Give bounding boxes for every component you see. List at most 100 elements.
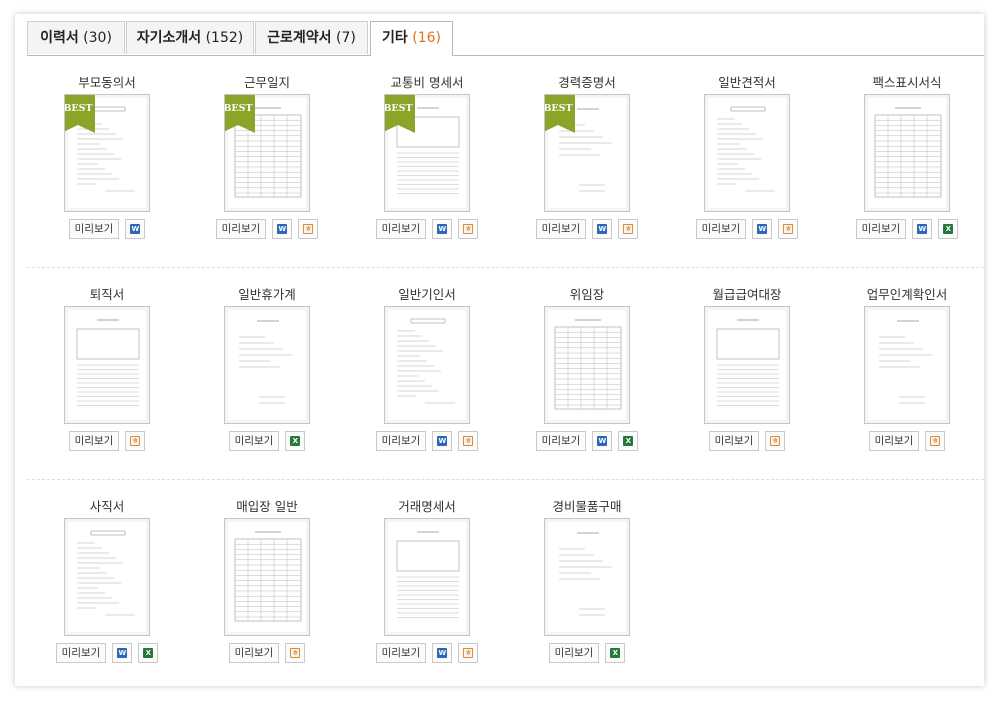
document-item: 교통비 명세서 BEST 미리보기 W ㅎ [347, 74, 507, 239]
preview-button[interactable]: 미리보기 [695, 219, 747, 239]
document-thumbnail[interactable] [224, 518, 310, 636]
download-word-button[interactable]: W [432, 643, 453, 663]
document-thumbnail[interactable]: BEST [224, 94, 310, 212]
document-thumbnail-graphic [551, 525, 625, 631]
download-hwp-button[interactable]: ㅎ [925, 431, 946, 451]
document-item: 근무일지 BEST 미리보기 W ㅎ [187, 74, 347, 239]
tab-label: 기타 [382, 30, 408, 46]
download-hwp-button[interactable]: ㅎ [618, 219, 639, 239]
hwp-icon: ㅎ [463, 648, 474, 658]
best-ribbon: BEST [225, 95, 255, 133]
download-hwp-button[interactable]: ㅎ [458, 431, 479, 451]
document-title: 교통비 명세서 [390, 75, 464, 90]
item-actions: 미리보기 W ㅎ [347, 431, 507, 451]
best-ribbon: BEST [545, 95, 575, 133]
download-excel-button[interactable]: X [938, 219, 959, 239]
document-thumbnail[interactable] [864, 94, 950, 212]
tab-count: (16) [412, 30, 441, 46]
preview-button[interactable]: 미리보기 [228, 643, 280, 663]
document-thumbnail[interactable]: BEST [544, 94, 630, 212]
download-hwp-button[interactable]: ㅎ [765, 431, 786, 451]
document-title: 사직서 [89, 499, 125, 514]
hwp-icon: ㅎ [930, 436, 941, 446]
document-item: 일반견적서 미리보기 W ㅎ [667, 74, 827, 239]
hwp-icon: ㅎ [463, 224, 474, 234]
download-word-button[interactable]: W [272, 219, 293, 239]
document-thumbnail[interactable] [64, 306, 150, 424]
document-title: 퇴직서 [89, 287, 125, 302]
word-icon: W [437, 436, 448, 446]
document-thumbnail[interactable] [384, 306, 470, 424]
word-icon: W [130, 224, 141, 234]
item-actions: 미리보기 W ㅎ [507, 219, 667, 239]
document-thumbnail-graphic [391, 525, 465, 631]
preview-button[interactable]: 미리보기 [375, 643, 427, 663]
document-thumbnail[interactable] [384, 518, 470, 636]
document-title: 일반기인서 [398, 287, 456, 302]
document-thumbnail[interactable] [544, 518, 630, 636]
download-word-button[interactable]: W [125, 219, 146, 239]
tab-etc[interactable]: 기타 (16) [370, 21, 453, 56]
item-actions: 미리보기 X [507, 643, 667, 663]
preview-button[interactable]: 미리보기 [708, 431, 760, 451]
download-hwp-button[interactable]: ㅎ [458, 219, 479, 239]
document-item: 위임장미리보기 W X [507, 286, 667, 451]
download-excel-button[interactable]: X [285, 431, 306, 451]
document-thumbnail-graphic [711, 313, 785, 419]
preview-button[interactable]: 미리보기 [535, 431, 587, 451]
download-excel-button[interactable]: X [605, 643, 626, 663]
word-icon: W [597, 436, 608, 446]
download-word-button[interactable]: W [752, 219, 773, 239]
document-thumbnail[interactable] [704, 94, 790, 212]
preview-button[interactable]: 미리보기 [535, 219, 587, 239]
preview-button[interactable]: 미리보기 [215, 219, 267, 239]
item-actions: 미리보기 X [187, 431, 347, 451]
document-thumbnail[interactable] [864, 306, 950, 424]
best-label: BEST [384, 103, 413, 114]
preview-button[interactable]: 미리보기 [375, 219, 427, 239]
excel-icon: X [610, 648, 621, 658]
preview-button[interactable]: 미리보기 [228, 431, 280, 451]
excel-icon: X [290, 436, 301, 446]
preview-button[interactable]: 미리보기 [548, 643, 600, 663]
download-word-button[interactable]: W [432, 219, 453, 239]
document-thumbnail[interactable]: BEST [384, 94, 470, 212]
download-hwp-button[interactable]: ㅎ [298, 219, 319, 239]
document-thumbnail[interactable] [704, 306, 790, 424]
preview-button[interactable]: 미리보기 [55, 643, 107, 663]
download-word-button[interactable]: W [592, 219, 613, 239]
document-item: 업무인계확인서 미리보기 ㅎ [827, 286, 987, 451]
word-icon: W [437, 648, 448, 658]
document-title: 거래명세서 [398, 499, 456, 514]
excel-icon: X [943, 224, 954, 234]
document-thumbnail[interactable] [224, 306, 310, 424]
download-hwp-button[interactable]: ㅎ [285, 643, 306, 663]
document-item: 퇴직서미리보기 ㅎ [27, 286, 187, 451]
document-title: 위임장 [569, 287, 605, 302]
download-excel-button[interactable]: X [618, 431, 639, 451]
document-thumbnail-graphic [71, 525, 145, 631]
preview-button[interactable]: 미리보기 [855, 219, 907, 239]
download-word-button[interactable]: W [112, 643, 133, 663]
preview-button[interactable]: 미리보기 [375, 431, 427, 451]
preview-button[interactable]: 미리보기 [68, 219, 120, 239]
download-excel-button[interactable]: X [138, 643, 159, 663]
preview-button[interactable]: 미리보기 [868, 431, 920, 451]
item-actions: 미리보기 W X [827, 219, 987, 239]
preview-button[interactable]: 미리보기 [68, 431, 120, 451]
download-hwp-button[interactable]: ㅎ [778, 219, 799, 239]
download-word-button[interactable]: W [912, 219, 933, 239]
document-thumbnail[interactable]: BEST [64, 94, 150, 212]
download-hwp-button[interactable]: ㅎ [125, 431, 146, 451]
download-hwp-button[interactable]: ㅎ [458, 643, 479, 663]
best-ribbon: BEST [65, 95, 95, 133]
document-title: 경력증명서 [558, 75, 616, 90]
document-thumbnail-graphic [71, 313, 145, 419]
download-word-button[interactable]: W [432, 431, 453, 451]
document-thumbnail[interactable] [544, 306, 630, 424]
word-icon: W [597, 224, 608, 234]
document-item: 사직서미리보기 W X [27, 498, 187, 663]
download-word-button[interactable]: W [592, 431, 613, 451]
document-thumbnail[interactable] [64, 518, 150, 636]
item-actions: 미리보기 W ㅎ [667, 219, 827, 239]
